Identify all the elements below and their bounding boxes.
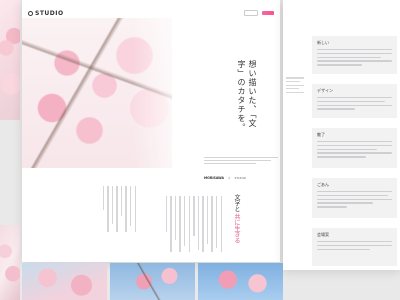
section-body-text (150, 196, 222, 256)
doc-card-title: 新しい (317, 40, 329, 45)
gallery-photo (110, 263, 195, 300)
brand-studio: STUDIO (234, 176, 247, 180)
doc-card-title: デザイン (317, 88, 333, 93)
side-notes (283, 0, 307, 270)
section-title-line2: 共に生きる (233, 213, 240, 244)
doc-card: 会場案 (312, 228, 397, 266)
doc-card: ごあん (312, 178, 397, 218)
doc-card-title: 魅了 (317, 132, 325, 137)
landing-page-mockup: STUDIO 想い描いた、「文字」のカタチを。 MORISAWA × STUDI… (22, 0, 280, 262)
bg-photo-left-bottom (0, 225, 20, 300)
doc-card-title: ごあん (317, 182, 329, 187)
login-button[interactable] (244, 10, 258, 16)
gallery-photo (198, 263, 283, 300)
document-page-mockup: 新しい デザイン 魅了 ごあん 会場案 (283, 0, 400, 270)
logo-mark-icon (28, 10, 33, 16)
hero-photo-fade (132, 18, 192, 168)
section-title-line1: 文字と (233, 194, 240, 212)
logo-text: STUDIO (35, 9, 64, 17)
hero-description (204, 155, 278, 166)
doc-card: 新しい (312, 36, 397, 74)
section-title: 文字と 共に生きる (232, 194, 241, 244)
site-header: STUDIO (22, 0, 280, 26)
doc-card: 魅了 (312, 128, 397, 168)
signup-button[interactable] (262, 11, 274, 15)
studio-logo[interactable]: STUDIO (28, 10, 64, 17)
brand-morisawa: MORISAWA (204, 176, 224, 180)
section-body-text-2 (84, 186, 136, 236)
bg-photo-top-left (0, 0, 20, 120)
brand-separator: × (227, 176, 231, 180)
gallery-photo (22, 263, 107, 300)
doc-card: デザイン (312, 84, 397, 118)
hero-headline: 想い描いた、「文字」のカタチを。 (237, 60, 257, 132)
doc-card-title: 会場案 (317, 232, 329, 237)
brand-collaboration: MORISAWA × STUDIO (204, 176, 246, 180)
